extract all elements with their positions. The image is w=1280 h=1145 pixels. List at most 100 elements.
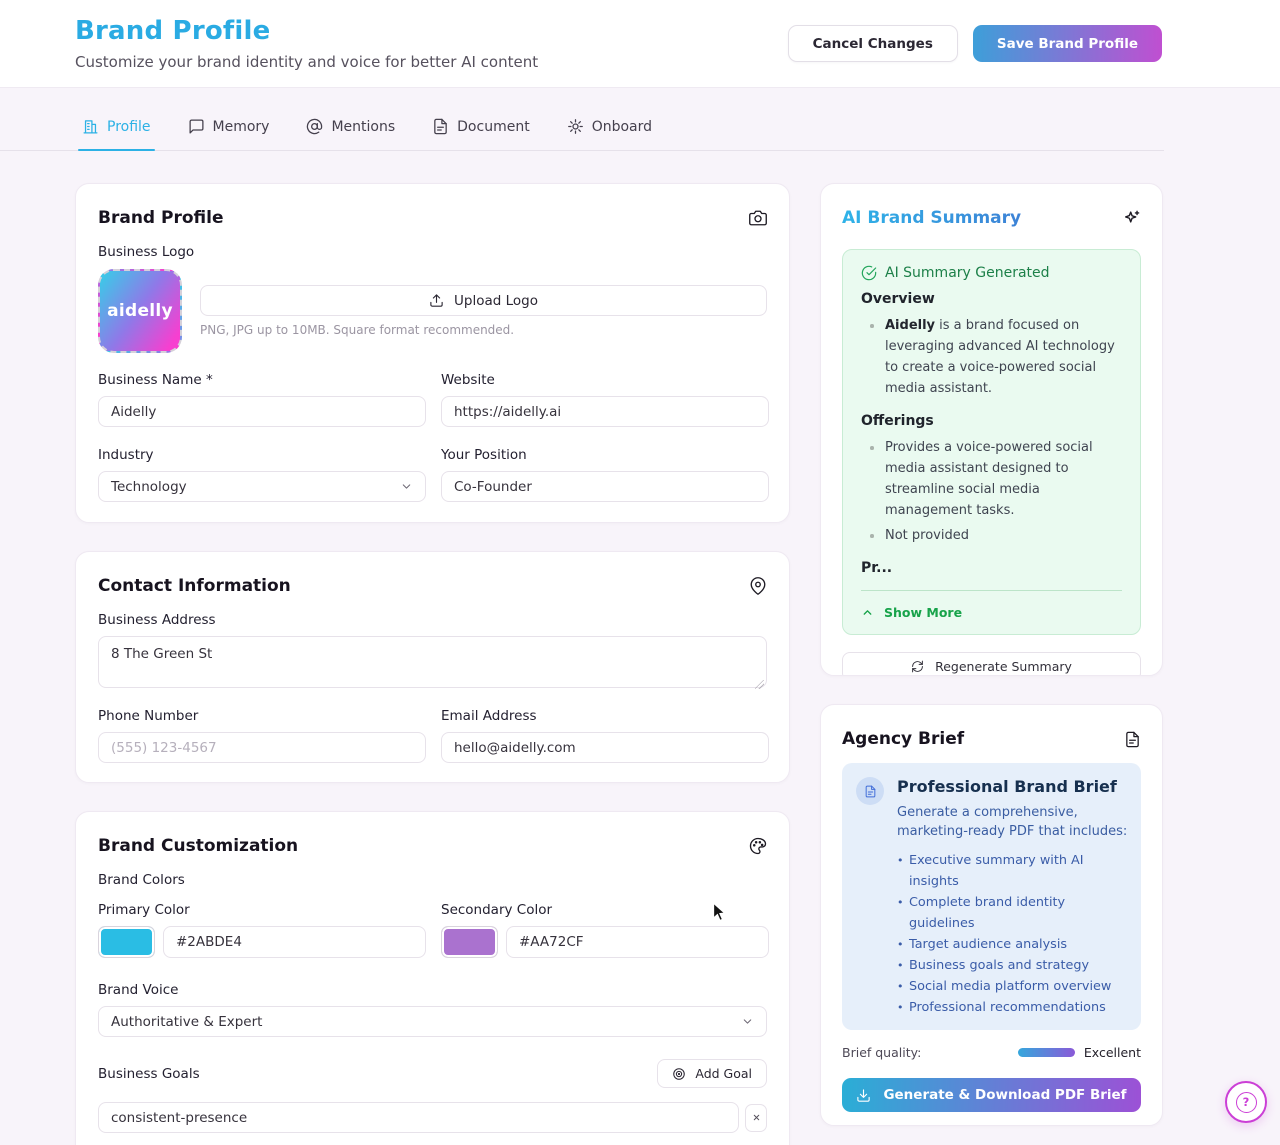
add-goal-label: Add Goal bbox=[695, 1066, 752, 1081]
tab-mentions[interactable]: Mentions bbox=[306, 118, 395, 150]
sparkles-icon bbox=[1122, 209, 1141, 228]
brief-panel-description: Generate a comprehensive, marketing-read… bbox=[897, 803, 1129, 841]
agency-brief-card-title: Agency Brief bbox=[842, 729, 964, 749]
business-name-label: Business Name * bbox=[98, 372, 426, 388]
regenerate-summary-label: Regenerate Summary bbox=[935, 659, 1072, 674]
primary-color-group: Primary Color bbox=[98, 902, 426, 958]
business-name-field[interactable] bbox=[98, 396, 426, 427]
brief-quality-label: Brief quality: bbox=[842, 1045, 921, 1060]
overview-bullet: Aidelly is a brand focused on leveraging… bbox=[861, 315, 1122, 399]
upload-hint: PNG, JPG up to 10MB. Square format recom… bbox=[200, 323, 767, 337]
tab-label: Onboard bbox=[592, 119, 652, 135]
professional-brief-panel: Professional Brand Brief Generate a comp… bbox=[842, 763, 1141, 1030]
tab-label: Memory bbox=[213, 119, 270, 135]
left-column: Brand Profile Business Logo aidelly bbox=[75, 183, 790, 1145]
tab-document[interactable]: Document bbox=[432, 118, 530, 150]
email-field[interactable] bbox=[441, 732, 769, 763]
location-pin-icon bbox=[749, 577, 767, 595]
brief-quality-bar bbox=[1018, 1048, 1075, 1057]
brief-bullet: Professional recommendations bbox=[897, 997, 1129, 1018]
position-field[interactable] bbox=[441, 471, 769, 502]
secondary-color-swatch[interactable] bbox=[441, 926, 498, 958]
tab-memory[interactable]: Memory bbox=[188, 118, 270, 150]
customization-card-title: Brand Customization bbox=[98, 836, 298, 856]
overview-list: Aidelly is a brand focused on leveraging… bbox=[861, 315, 1122, 399]
email-group: Email Address bbox=[441, 708, 769, 763]
offerings-heading: Offerings bbox=[861, 413, 1122, 429]
brand-customization-card: Brand Customization Brand Colors Primary… bbox=[75, 811, 790, 1145]
upload-logo-button[interactable]: Upload Logo bbox=[200, 285, 767, 316]
secondary-color-hex-field[interactable] bbox=[506, 926, 769, 958]
industry-select[interactable]: Technology bbox=[98, 471, 426, 502]
industry-label: Industry bbox=[98, 447, 426, 463]
brand-voice-select[interactable]: Authoritative & Expert bbox=[98, 1006, 767, 1037]
tab-profile[interactable]: Profile bbox=[82, 118, 151, 150]
website-group: Website bbox=[441, 372, 769, 427]
check-circle-icon bbox=[861, 265, 877, 281]
offerings-list: Provides a voice-powered social media as… bbox=[861, 437, 1122, 546]
primary-color-label: Primary Color bbox=[98, 902, 426, 918]
camera-icon bbox=[749, 209, 767, 227]
gear-icon bbox=[567, 118, 584, 135]
brand-profile-card: Brand Profile Business Logo aidelly bbox=[75, 183, 790, 523]
target-icon bbox=[672, 1067, 686, 1081]
refresh-icon bbox=[911, 660, 924, 673]
help-button[interactable]: ? bbox=[1225, 1081, 1267, 1123]
show-more-label: Show More bbox=[884, 605, 962, 620]
website-field[interactable] bbox=[441, 396, 769, 427]
add-goal-button[interactable]: Add Goal bbox=[657, 1059, 767, 1088]
chevron-down-icon bbox=[400, 480, 413, 493]
tab-bar: Profile Memory Mentions Document Onboard bbox=[0, 118, 1164, 151]
ai-brand-summary-card: AI Brand Summary AI Summary Generated Ov… bbox=[820, 183, 1163, 676]
secondary-color-label: Secondary Color bbox=[441, 902, 769, 918]
tab-label: Profile bbox=[107, 119, 151, 135]
brand-profile-page: Brand Profile Customize your brand ident… bbox=[0, 0, 1280, 1145]
download-icon bbox=[856, 1088, 871, 1103]
brand-voice-label: Brand Voice bbox=[98, 982, 767, 998]
overview-bullet-bold: Aidelly bbox=[885, 318, 935, 333]
industry-value: Technology bbox=[111, 479, 187, 495]
chevron-up-icon bbox=[861, 606, 874, 619]
business-logo-text: aidelly bbox=[107, 301, 173, 321]
brand-colors-label: Brand Colors bbox=[98, 872, 767, 888]
phone-group: Phone Number bbox=[98, 708, 426, 763]
ai-summary-status-label: AI Summary Generated bbox=[885, 265, 1050, 281]
brief-bullet: Social media platform overview bbox=[897, 976, 1129, 997]
upload-logo-label: Upload Logo bbox=[454, 293, 538, 309]
goal-field[interactable] bbox=[98, 1102, 739, 1133]
ai-summary-status: AI Summary Generated bbox=[861, 265, 1122, 281]
resize-grip[interactable] bbox=[755, 680, 764, 689]
page-header: Brand Profile Customize your brand ident… bbox=[0, 0, 1280, 88]
brief-bullet: Executive summary with AI insights bbox=[897, 850, 1129, 892]
save-brand-profile-button[interactable]: Save Brand Profile bbox=[973, 25, 1162, 62]
brand-profile-card-title: Brand Profile bbox=[98, 208, 223, 228]
generate-pdf-brief-button[interactable]: Generate & Download PDF Brief bbox=[842, 1078, 1141, 1112]
phone-field[interactable] bbox=[98, 732, 426, 763]
overview-heading: Overview bbox=[861, 291, 1122, 307]
brief-footnote: Perfect for sharing with agencies, freel… bbox=[842, 1125, 1141, 1126]
tab-label: Document bbox=[457, 119, 530, 135]
brief-quality-value: Excellent bbox=[1084, 1045, 1141, 1060]
regenerate-summary-button[interactable]: Regenerate Summary bbox=[842, 652, 1141, 676]
brief-bullet: Complete brand identity guidelines bbox=[897, 892, 1129, 934]
ai-summary-panel: AI Summary Generated Overview Aidelly is… bbox=[842, 249, 1141, 635]
business-address-field[interactable]: 8 The Green St bbox=[98, 636, 767, 688]
contact-information-card: Contact Information Business Address 8 T… bbox=[75, 551, 790, 783]
tab-onboard[interactable]: Onboard bbox=[567, 118, 652, 150]
palette-icon bbox=[749, 837, 767, 855]
generate-pdf-brief-label: Generate & Download PDF Brief bbox=[883, 1087, 1126, 1103]
brief-bullet: Business goals and strategy bbox=[897, 955, 1129, 976]
offerings-bullet: Not provided bbox=[861, 525, 1122, 546]
right-column: AI Brand Summary AI Summary Generated Ov… bbox=[820, 183, 1163, 1126]
business-name-group: Business Name * bbox=[98, 372, 426, 427]
business-logo[interactable]: aidelly bbox=[98, 269, 182, 353]
primary-color-swatch[interactable] bbox=[98, 926, 155, 958]
contact-card-title: Contact Information bbox=[98, 576, 291, 596]
position-label: Your Position bbox=[441, 447, 769, 463]
cancel-changes-button[interactable]: Cancel Changes bbox=[788, 25, 958, 62]
remove-goal-button[interactable] bbox=[745, 1104, 767, 1132]
primary-color-hex-field[interactable] bbox=[163, 926, 426, 958]
tab-label: Mentions bbox=[331, 119, 395, 135]
show-more-button[interactable]: Show More bbox=[861, 605, 1122, 620]
brief-bullet-list: Executive summary with AI insights Compl… bbox=[897, 850, 1129, 1018]
